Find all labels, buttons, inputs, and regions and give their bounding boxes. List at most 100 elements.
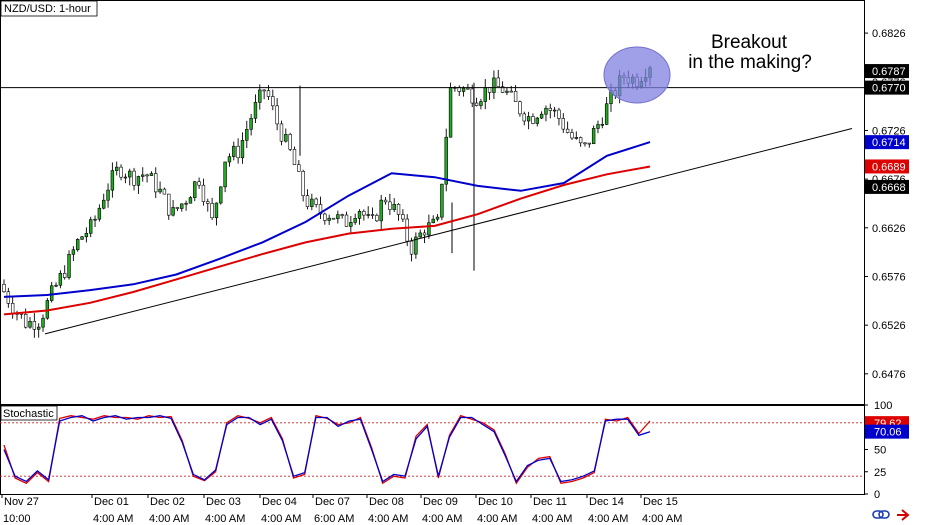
x-tick-label: Dec 01 [94,496,129,508]
candle-body [223,161,227,188]
candle-body [214,202,219,219]
annotation-line-2: in the making? [688,52,812,73]
stochastic-tick-label: 50 [874,445,886,457]
candle-body [596,124,600,129]
x-tick-label: Dec 11 [533,496,567,508]
candle-body [349,222,353,227]
stochastic-tick-label: 100 [874,400,892,412]
candle-body [93,218,97,221]
candle-body [54,284,58,287]
candle-body [440,183,444,218]
candle-body [258,89,262,103]
candle-body [518,101,522,115]
candle-body [154,173,158,193]
candle-body [587,142,592,145]
breakout-highlight [603,46,671,104]
candle-body [245,128,249,141]
candle-body [388,201,392,210]
candle-body [97,207,102,220]
candle-body [604,103,609,125]
stochastic-title: Stochastic [3,408,54,420]
candle-body [49,285,54,301]
candle-body [292,149,297,165]
candle-body [483,87,487,102]
candle-body [227,156,232,163]
candle-body [591,128,596,145]
trendline [44,128,853,335]
candle-body [36,326,41,330]
candle-body [102,199,106,209]
x-tick-label-time: 10:00 [3,513,31,525]
candle-body [574,137,578,139]
candle-body [466,87,470,90]
candle-body [115,166,119,171]
x-tick-label: Dec 02 [150,496,185,508]
candle-body [314,198,318,205]
link-icon[interactable] [872,510,890,519]
y-tick-label: 0.6626 [872,223,906,235]
candle-body [565,128,570,133]
candle-body [119,166,123,178]
candle-body [435,216,440,220]
x-tick-label: Dec 08 [369,496,404,508]
x-tick-label: Dec 03 [206,496,241,508]
x-tick-label-time: 4:00 AM [532,513,572,525]
candle-body [271,96,275,107]
price-tag-label: 0.6714 [872,137,906,149]
candle-body [353,218,357,223]
candle-body [396,203,401,215]
x-tick-label-time: 6:00 AM [314,513,354,525]
candle-body [301,171,305,196]
candle-body [370,214,375,216]
candle-body [539,113,544,119]
candle-body [110,170,115,191]
candle-body [513,90,518,102]
stochastic-tick-label: 0 [874,489,880,501]
candle-body [327,217,331,221]
candle-body [262,89,266,92]
candle-body [544,107,548,115]
y-tick-label: 0.6526 [872,320,906,332]
candle-body [336,214,340,219]
candle-body [522,113,526,122]
price-title: NZD/USD: 1-hour [4,3,91,15]
candle-body [193,181,197,198]
candle-body [323,213,327,221]
candle-body [67,254,71,278]
x-tick-label-time: 4:00 AM [588,513,628,525]
candle-body [362,211,366,216]
candle-body [32,321,37,330]
candle-body [496,77,500,87]
candle-body [431,218,435,223]
moving-averages [3,141,651,316]
annotation-line-1: Breakout [711,32,788,53]
x-tick-label-time: 4:00 AM [642,513,682,525]
candle-body [552,109,557,112]
candle-body [401,214,405,220]
candle-body [175,207,180,209]
candle-body [188,197,193,204]
candle-body [297,164,301,172]
x-tick-label-time: 4:00 AM [149,513,189,525]
candle-body [149,173,154,176]
price-tag-label: 0.6770 [872,83,906,95]
candle-body [379,199,383,222]
arrow-icon[interactable] [897,509,910,521]
candle-body [232,145,236,157]
candle-body [331,217,336,220]
candle-body [427,222,431,236]
candle-body [201,184,206,202]
price-tag-label: 0.6787 [872,66,906,78]
stochastic-tick-label: 25 [874,467,886,479]
x-tick-label: Dec 04 [262,496,297,508]
x-tick-label: Nov 27 [4,496,39,508]
candle-body [41,317,45,328]
candle-body [366,214,370,216]
candle-body [509,90,513,93]
candle-body [548,107,552,111]
candle-body [570,132,574,139]
y-tick-label: 0.6576 [872,271,906,283]
candle-body [470,88,474,104]
x-tick-label-time: 4:00 AM [93,513,133,525]
x-tick-label-time: 4:00 AM [368,513,408,525]
